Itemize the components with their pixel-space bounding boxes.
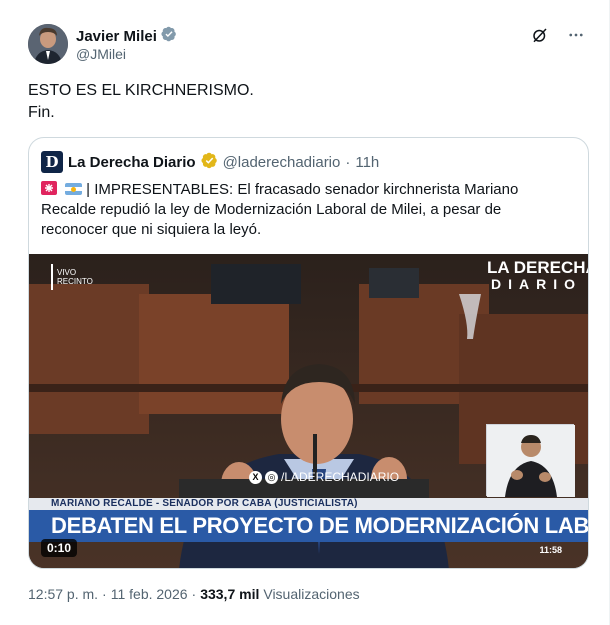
- quoted-author-name[interactable]: La Derecha Diario: [68, 154, 196, 171]
- tweet-article: Javier Milei @JMilei ESTO ES EL KIRCHNER…: [0, 0, 610, 625]
- lower-third-headline: DEBATEN EL PROYECTO DE MODERNIZACIÓN LAB…: [29, 510, 588, 542]
- quoted-time[interactable]: 11h: [355, 154, 379, 171]
- social-handle-overlay: X ◎ /LADERECHADIARIO: [249, 470, 399, 484]
- grey-verified-icon: [161, 26, 177, 47]
- tweet-text-line: ESTO ES EL KIRCHNERISMO.: [28, 82, 254, 99]
- quoted-header: D La Derecha Diario @laderechadiario · 1…: [41, 151, 379, 173]
- tweet-text: ESTO ES EL KIRCHNERISMO. Fin.: [28, 80, 254, 124]
- brand-watermark-line1: LA DERECHA: [487, 258, 589, 277]
- views-count[interactable]: 333,7 mil: [200, 586, 259, 602]
- author-name[interactable]: Javier Milei: [76, 28, 157, 45]
- tweet-meta: 12:57 p. m. · 11 feb. 2026 · 333,7 mil V…: [28, 586, 360, 602]
- author-avatar[interactable]: [28, 24, 68, 64]
- tweet-text-line: Fin.: [28, 104, 55, 121]
- quoted-separator: ·: [345, 153, 351, 171]
- live-tag: VIVO RECINTO: [51, 264, 103, 290]
- quoted-text: | IMPRESENTABLES: El fracasado senador k…: [41, 180, 571, 240]
- tweet-time[interactable]: 12:57 p. m.: [28, 586, 98, 602]
- video-duration-badge: 0:10: [41, 539, 78, 557]
- live-tag-line: VIVO: [57, 268, 77, 277]
- quoted-avatar[interactable]: D: [41, 151, 63, 173]
- argentina-flag-icon: [65, 183, 83, 195]
- live-tag-line: RECINTO: [57, 277, 93, 286]
- x-logo-icon: X: [249, 470, 262, 484]
- tweet-top-actions: [529, 24, 587, 46]
- meta-separator: ·: [191, 586, 197, 602]
- views-label[interactable]: Visualizaciones: [263, 586, 359, 602]
- more-options-icon[interactable]: [565, 24, 587, 46]
- sign-language-interpreter-inset: [486, 424, 575, 497]
- quoted-text-body: | IMPRESENTABLES: El fracasado senador k…: [41, 181, 519, 238]
- quoted-handle[interactable]: @laderechadiario: [223, 154, 341, 171]
- brand-watermark-line2: DIARIO: [491, 276, 582, 292]
- instagram-icon: ◎: [265, 470, 278, 484]
- author-name-row: Javier Milei: [76, 26, 177, 47]
- meta-separator: ·: [102, 586, 107, 602]
- social-handle-text: /LADERECHADIARIO: [281, 470, 400, 484]
- author-handle[interactable]: @JMilei: [76, 46, 126, 62]
- grok-icon[interactable]: [529, 24, 551, 46]
- quoted-video[interactable]: VIVO RECINTO LA DERECHA DIARIO X ◎ /LADE…: [29, 254, 589, 568]
- quoted-tweet[interactable]: D La Derecha Diario @laderechadiario · 1…: [28, 137, 589, 569]
- gold-verified-icon: [201, 152, 218, 173]
- tweet-date[interactable]: 11 feb. 2026: [111, 586, 188, 602]
- lower-third-caption: MARIANO RECALDE - SENADOR POR CABA (JUST…: [29, 498, 588, 510]
- siren-icon: [41, 181, 65, 198]
- broadcast-clock: 11:58: [539, 545, 562, 555]
